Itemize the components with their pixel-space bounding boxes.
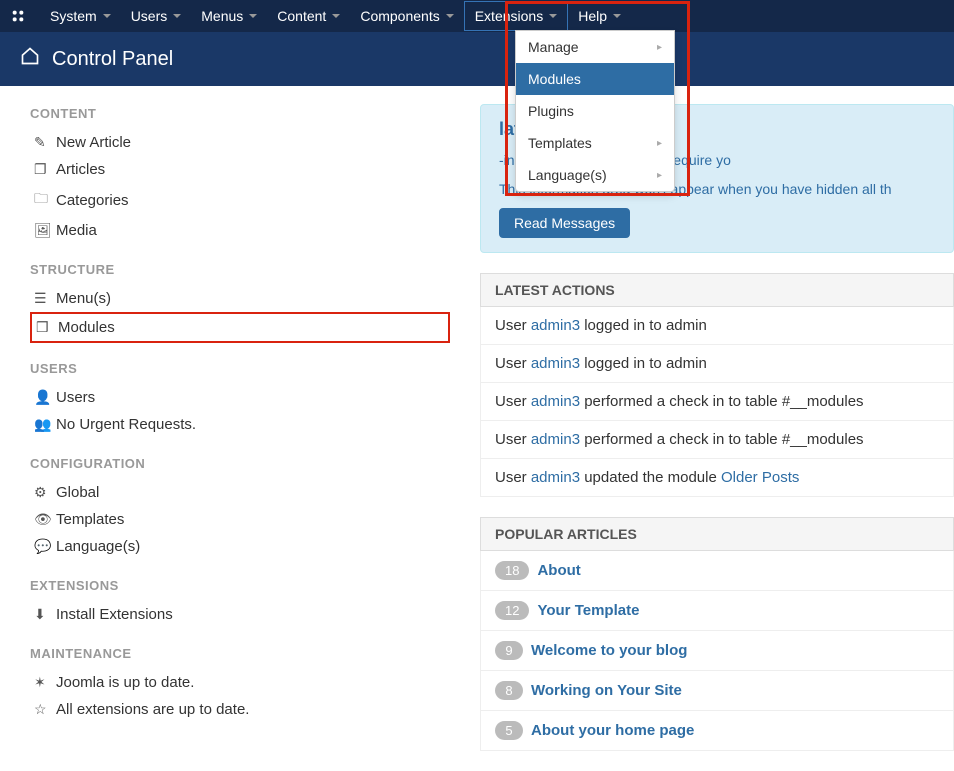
gear-icon: ⚙ bbox=[34, 484, 56, 501]
menu-menus[interactable]: Menus bbox=[191, 1, 267, 31]
section-config: CONFIGURATION bbox=[30, 456, 450, 471]
section-content: CONTENT bbox=[30, 106, 450, 121]
action-row: User admin3 logged in to admin bbox=[480, 307, 954, 345]
sidebar-templates[interactable]: 👁Templates bbox=[30, 506, 450, 533]
article-link[interactable]: About your home page bbox=[531, 722, 694, 739]
users-icon: 👥 bbox=[34, 416, 56, 433]
popular-articles-panel: POPULAR ARTICLES 18 About 12 Your Template 9… bbox=[480, 517, 954, 751]
chevron-right-icon: ▸ bbox=[657, 42, 662, 53]
section-extensions: EXTENSIONS bbox=[30, 578, 450, 593]
page-title: Control Panel bbox=[52, 48, 173, 71]
menu-content[interactable]: Content bbox=[267, 1, 350, 31]
article-link[interactable]: Welcome to your blog bbox=[531, 642, 687, 659]
sidebar-no-urgent[interactable]: 👥No Urgent Requests. bbox=[30, 411, 450, 438]
count-badge: 8 bbox=[495, 681, 523, 700]
chat-icon: 💬 bbox=[34, 538, 56, 555]
image-icon: 🖼 bbox=[34, 222, 56, 239]
popular-row: 8 Working on Your Site bbox=[480, 671, 954, 711]
dropdown-modules[interactable]: Modules bbox=[516, 63, 674, 95]
section-structure: STRUCTURE bbox=[30, 262, 450, 277]
popular-row: 9 Welcome to your blog bbox=[480, 631, 954, 671]
user-link[interactable]: admin3 bbox=[531, 393, 580, 410]
menu-help[interactable]: Help bbox=[568, 1, 631, 31]
action-row: User admin3 updated the module Older Pos… bbox=[480, 459, 954, 497]
folder-icon: 🗀 bbox=[34, 188, 56, 212]
user-icon: 👤 bbox=[34, 389, 56, 406]
sidebar-modules[interactable]: ❒Modules bbox=[30, 312, 450, 343]
star-icon: ☆ bbox=[34, 701, 56, 718]
sidebar-languages[interactable]: 💬Language(s) bbox=[30, 533, 450, 560]
popular-row: 12 Your Template bbox=[480, 591, 954, 631]
article-link[interactable]: Working on Your Site bbox=[531, 682, 682, 699]
popular-row: 18 About bbox=[480, 551, 954, 591]
menu-components[interactable]: Components bbox=[350, 1, 463, 31]
user-link[interactable]: admin3 bbox=[531, 469, 580, 486]
action-row: User admin3 logged in to admin bbox=[480, 345, 954, 383]
user-link[interactable]: admin3 bbox=[531, 431, 580, 448]
popular-row: 5 About your home page bbox=[480, 711, 954, 751]
download-icon: ⬇ bbox=[34, 606, 56, 623]
caret-down-icon bbox=[173, 14, 181, 18]
count-badge: 18 bbox=[495, 561, 529, 580]
menu-system[interactable]: System bbox=[40, 1, 121, 31]
count-badge: 12 bbox=[495, 601, 529, 620]
pencil-icon: ✎ bbox=[34, 134, 56, 151]
sidebar-new-article[interactable]: ✎New Article bbox=[30, 129, 450, 156]
joomla-logo-icon bbox=[8, 6, 28, 26]
sidebar-global[interactable]: ⚙Global bbox=[30, 479, 450, 506]
caret-down-icon bbox=[103, 14, 111, 18]
caret-down-icon bbox=[613, 14, 621, 18]
sidebar-media[interactable]: 🖼Media bbox=[30, 217, 450, 244]
caret-down-icon bbox=[549, 14, 557, 18]
user-link[interactable]: admin3 bbox=[531, 317, 580, 334]
article-link[interactable]: About bbox=[537, 562, 580, 579]
menu-extensions[interactable]: Extensions bbox=[464, 1, 568, 31]
sidebar-categories[interactable]: 🗀Categories bbox=[30, 183, 450, 217]
section-maintenance: MAINTENANCE bbox=[30, 646, 450, 661]
dropdown-plugins[interactable]: Plugins bbox=[516, 95, 674, 127]
stack-icon: ❐ bbox=[34, 161, 56, 178]
user-link[interactable]: admin3 bbox=[531, 355, 580, 372]
caret-down-icon bbox=[249, 14, 257, 18]
sidebar-users[interactable]: 👤Users bbox=[30, 384, 450, 411]
cube-icon: ❒ bbox=[36, 319, 58, 336]
sidebar-ext-uptodate[interactable]: ☆All extensions are up to date. bbox=[30, 696, 450, 723]
action-row: User admin3 performed a check in to tabl… bbox=[480, 421, 954, 459]
sidebar-menus[interactable]: ☰Menu(s) bbox=[30, 285, 450, 312]
dropdown-templates[interactable]: Templates▸ bbox=[516, 127, 674, 159]
module-link[interactable]: Older Posts bbox=[721, 469, 799, 486]
section-users: USERS bbox=[30, 361, 450, 376]
action-row: User admin3 performed a check in to tabl… bbox=[480, 383, 954, 421]
popular-title: POPULAR ARTICLES bbox=[480, 517, 954, 551]
dropdown-languages[interactable]: Language(s)▸ bbox=[516, 159, 674, 191]
sidebar-joomla-uptodate[interactable]: ✶Joomla is up to date. bbox=[30, 669, 450, 696]
count-badge: 9 bbox=[495, 641, 523, 660]
sidebar-articles[interactable]: ❐Articles bbox=[30, 156, 450, 183]
top-menu-bar: SystemUsersMenusContentComponentsExtensi… bbox=[0, 0, 954, 32]
extensions-dropdown: Manage▸ModulesPluginsTemplates▸Language(… bbox=[515, 30, 675, 192]
count-badge: 5 bbox=[495, 721, 523, 740]
sidebar-install-ext[interactable]: ⬇Install Extensions bbox=[30, 601, 450, 628]
list-icon: ☰ bbox=[34, 290, 56, 307]
menu-users[interactable]: Users bbox=[121, 1, 192, 31]
page-header: Control Panel bbox=[0, 32, 954, 86]
latest-actions-title: LATEST ACTIONS bbox=[480, 273, 954, 307]
home-icon bbox=[20, 46, 40, 72]
caret-down-icon bbox=[332, 14, 340, 18]
eye-icon: 👁 bbox=[34, 511, 56, 528]
latest-actions-panel: LATEST ACTIONS User admin3 logged in to … bbox=[480, 273, 954, 497]
chevron-right-icon: ▸ bbox=[657, 138, 662, 149]
dropdown-manage[interactable]: Manage▸ bbox=[516, 31, 674, 63]
joomla-icon: ✶ bbox=[34, 674, 56, 691]
article-link[interactable]: Your Template bbox=[537, 602, 639, 619]
chevron-right-icon: ▸ bbox=[657, 170, 662, 181]
caret-down-icon bbox=[446, 14, 454, 18]
sidebar: CONTENT ✎New Article ❐Articles 🗀Categori… bbox=[0, 86, 480, 771]
read-messages-button[interactable]: Read Messages bbox=[499, 208, 630, 238]
